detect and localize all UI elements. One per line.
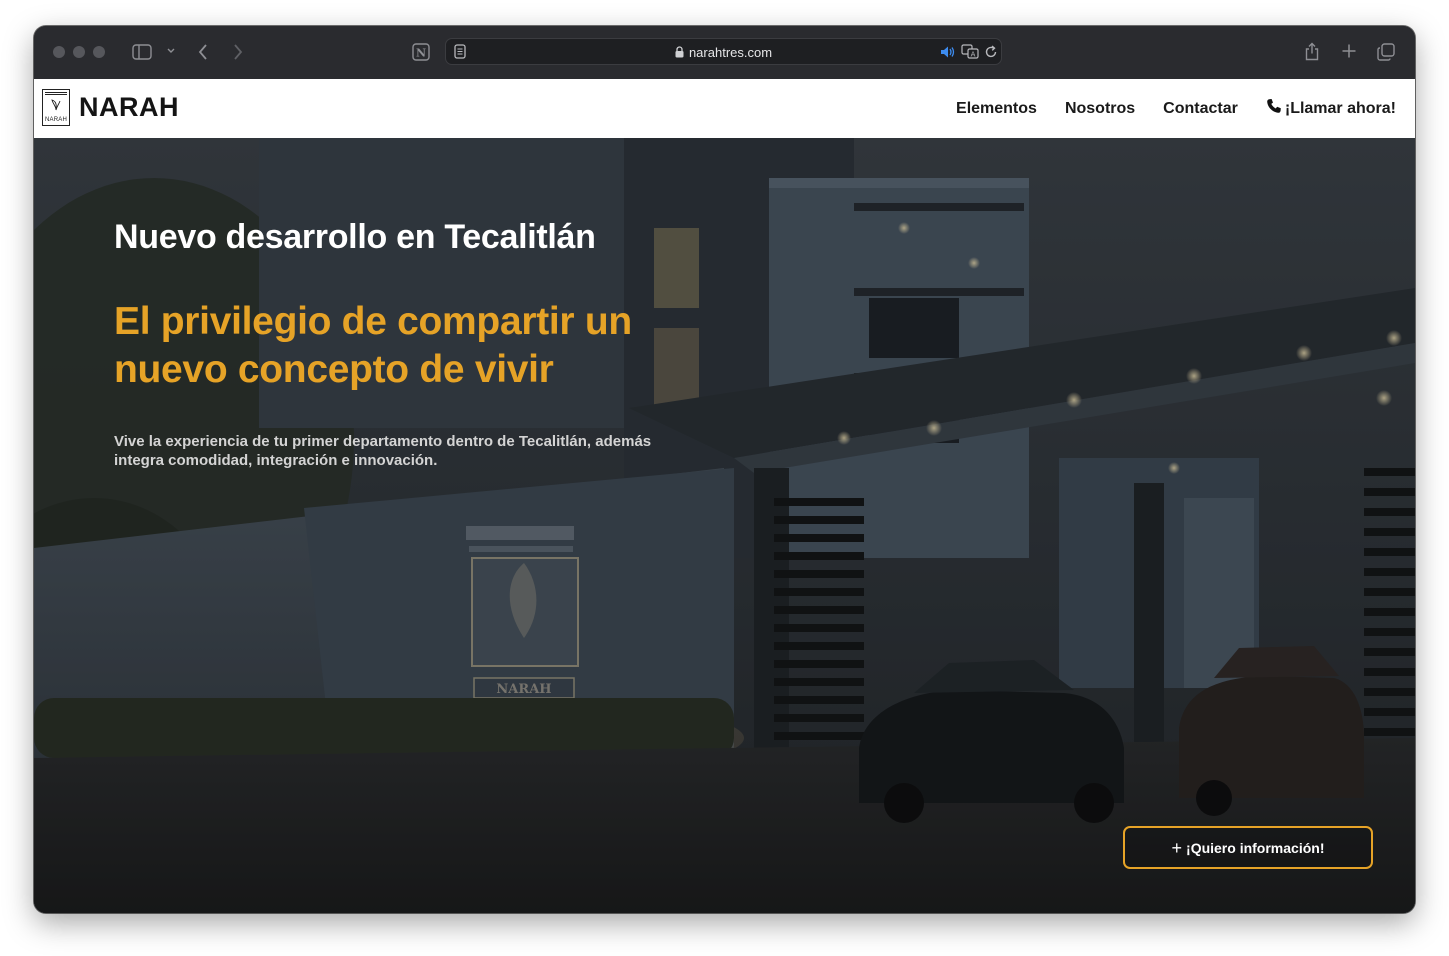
new-tab-icon[interactable] xyxy=(1341,43,1357,59)
nav-contactar[interactable]: Contactar xyxy=(1163,98,1238,119)
main-nav: Elementos Nosotros Contactar ¡Llamar aho… xyxy=(928,98,1396,119)
site-header: NARAH NARAH Elementos Nosotros Contactar… xyxy=(34,79,1415,139)
translate-icon[interactable]: A xyxy=(961,44,979,59)
back-icon[interactable] xyxy=(197,43,209,61)
forward-icon[interactable] xyxy=(232,43,244,61)
svg-text:A: A xyxy=(971,51,976,59)
sidebar-icon[interactable] xyxy=(132,44,152,60)
browser-toolbar: N narahtres.com A xyxy=(34,26,1415,80)
logo-small-text: NARAH xyxy=(44,117,67,123)
url-text: narahtres.com xyxy=(688,45,773,60)
svg-text:N: N xyxy=(416,47,426,60)
hero-headline: El privilegio de compartir un nuevo conc… xyxy=(114,300,632,391)
plus-icon: + xyxy=(1171,837,1183,858)
hero-section: NARAH Nuevo desarrollo en Tecalitlán El … xyxy=(34,138,1415,913)
zoom-window-button[interactable] xyxy=(93,46,105,58)
brand-name[interactable]: NARAH xyxy=(79,92,179,123)
phone-icon xyxy=(1266,98,1282,119)
close-window-button[interactable] xyxy=(53,46,65,58)
nav-llamar-ahora[interactable]: ¡Llamar ahora! xyxy=(1266,98,1396,119)
minimize-window-button[interactable] xyxy=(73,46,85,58)
chevron-down-icon[interactable] xyxy=(166,46,176,56)
browser-window: N narahtres.com A NARAH NARAH Elementos … xyxy=(34,26,1415,913)
url-display[interactable]: narahtres.com xyxy=(446,45,1001,61)
share-icon[interactable] xyxy=(1304,42,1320,61)
address-bar[interactable]: narahtres.com A xyxy=(445,38,1002,65)
lock-icon xyxy=(675,46,684,61)
leaf-icon xyxy=(51,99,61,111)
nav-nosotros[interactable]: Nosotros xyxy=(1065,98,1135,119)
narah-logo-mark[interactable]: NARAH xyxy=(42,89,70,126)
audio-icon[interactable] xyxy=(940,45,956,59)
notion-icon[interactable]: N xyxy=(412,43,430,61)
cta-label: ¡Quiero información! xyxy=(1186,839,1325,856)
reload-icon[interactable] xyxy=(984,45,998,59)
quiero-informacion-button[interactable]: + ¡Quiero información! xyxy=(1123,826,1373,869)
hero-description: Vive la experiencia de tu primer departa… xyxy=(114,433,652,469)
nav-elementos[interactable]: Elementos xyxy=(956,98,1037,119)
nav-llamar-label: ¡Llamar ahora! xyxy=(1284,99,1396,117)
hero-kicker: Nuevo desarrollo en Tecalitlán xyxy=(114,218,596,256)
tabs-overview-icon[interactable] xyxy=(1377,43,1395,61)
